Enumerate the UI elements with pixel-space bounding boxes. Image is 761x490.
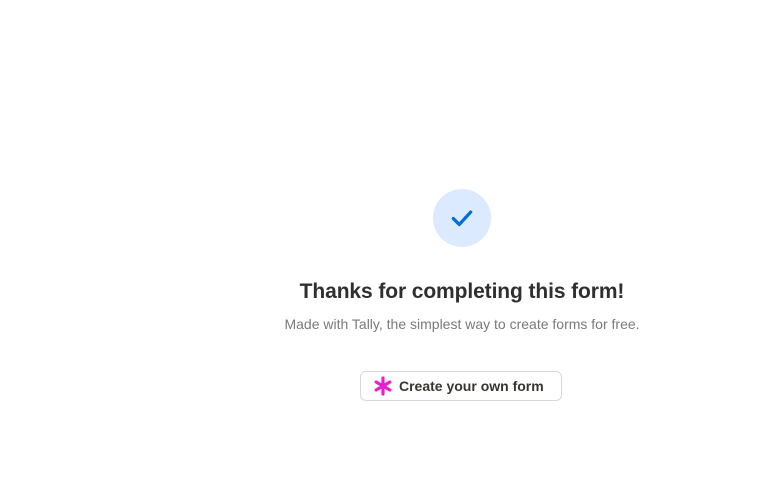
page-title: Thanks for completing this form! bbox=[299, 280, 625, 303]
create-your-own-form-label: Create your own form bbox=[399, 378, 544, 394]
made-with-tally-text: Made with Tally, the simplest way to cre… bbox=[284, 316, 640, 332]
checkmark-icon bbox=[451, 210, 473, 227]
create-your-own-form-button[interactable]: Create your own form bbox=[360, 371, 562, 401]
tally-asterisk-icon bbox=[373, 376, 393, 396]
success-badge bbox=[433, 189, 491, 247]
thank-you-page: Thanks for completing this form! Made wi… bbox=[0, 0, 761, 490]
